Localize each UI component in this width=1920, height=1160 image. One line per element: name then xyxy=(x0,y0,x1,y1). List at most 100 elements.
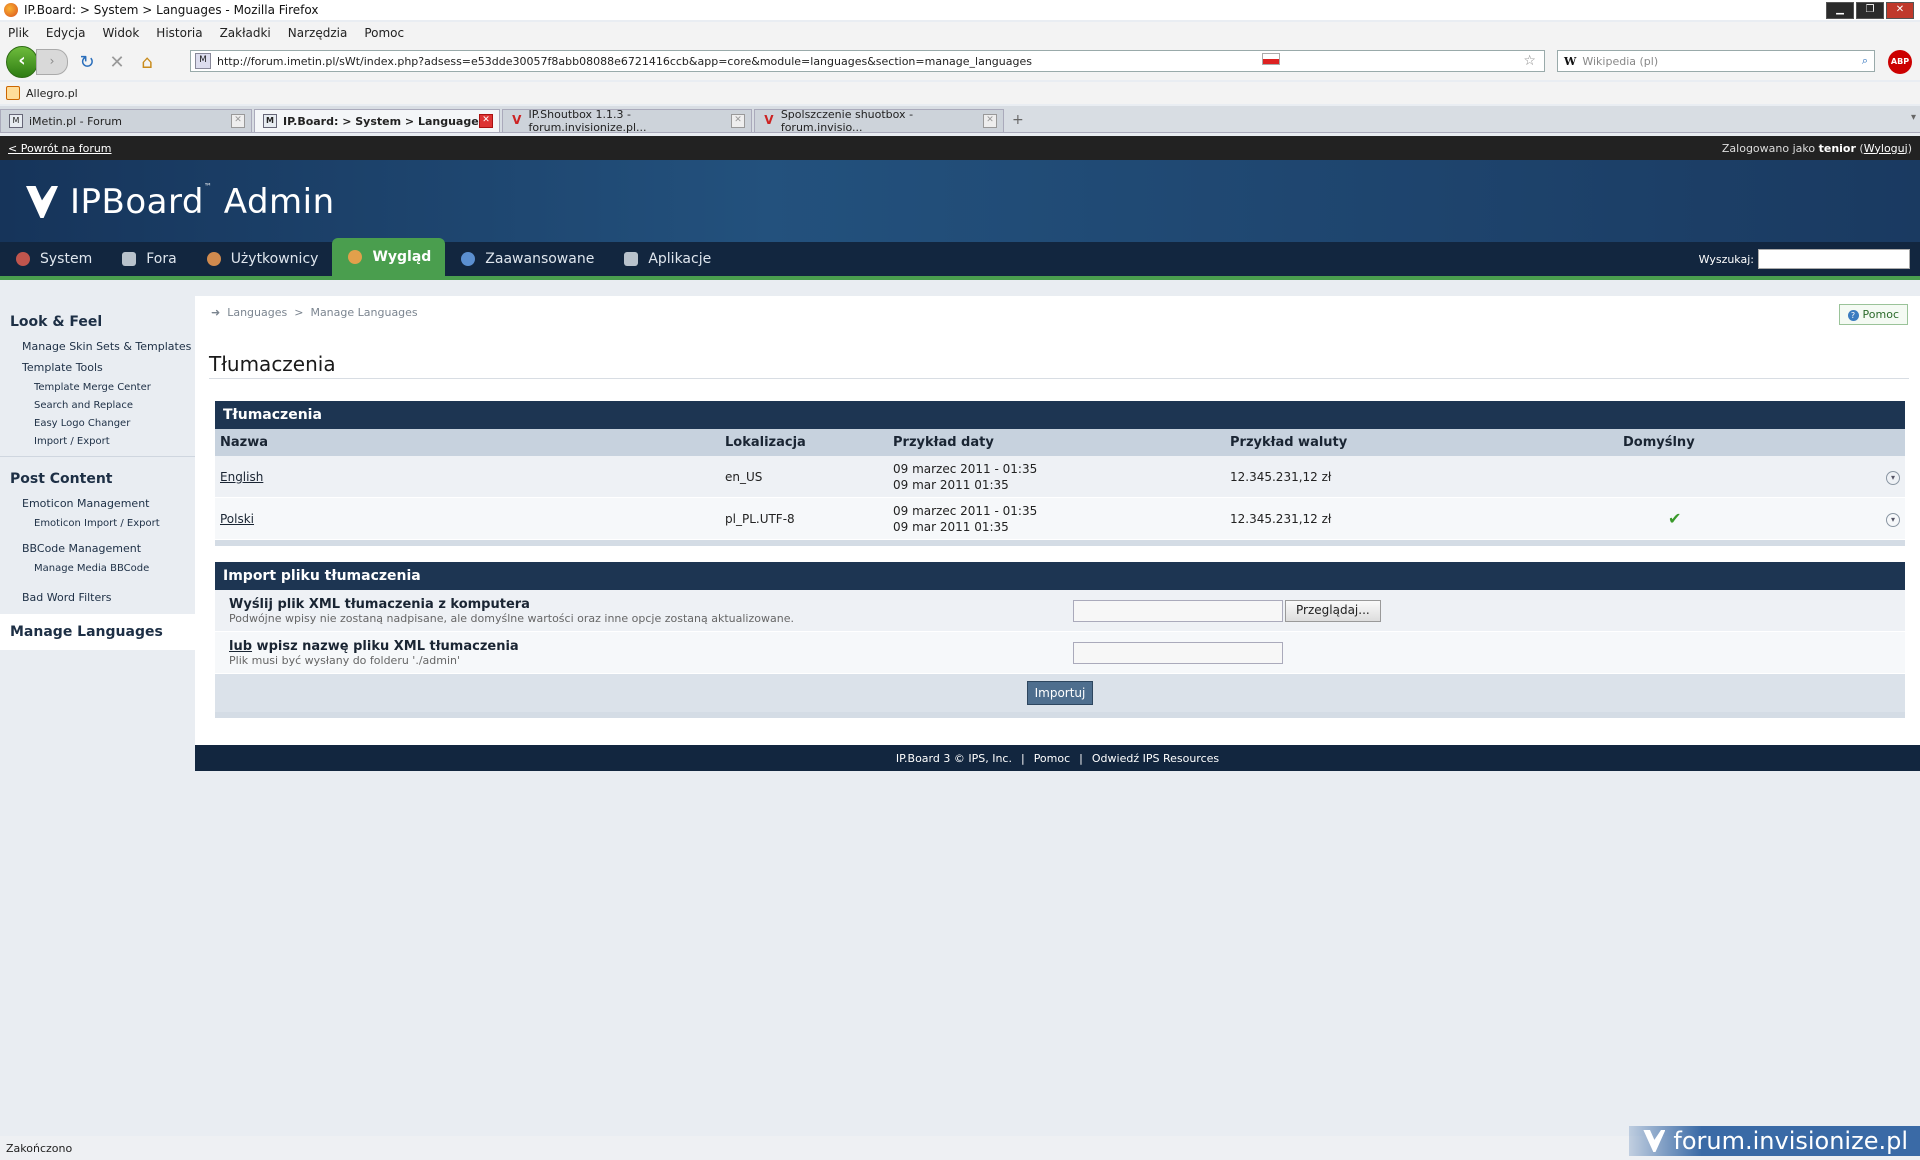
col-nazwa: Nazwa xyxy=(215,429,720,456)
ipboard-logo[interactable]: IPBoard™ Admin xyxy=(26,182,335,222)
sidebar-item-logo-changer[interactable]: Easy Logo Changer xyxy=(0,414,195,432)
close-tab-icon[interactable]: ✕ xyxy=(983,114,997,128)
footer-help-link[interactable]: Pomoc xyxy=(1034,752,1070,765)
breadcrumb-manage-languages[interactable]: Manage Languages xyxy=(310,306,417,319)
import-footer xyxy=(215,712,1905,718)
tab-label: Spolszczenie shuotbox - forum.invisio... xyxy=(780,108,914,134)
import-box: Import pliku tłumaczenia Wyślij plik XML… xyxy=(215,562,1905,718)
locale-cell: pl_PL.UTF-8 xyxy=(720,497,888,540)
back-to-forum-link[interactable]: < Powrót na forum xyxy=(8,142,112,155)
sidebar-item-bad-word-filters[interactable]: Bad Word Filters xyxy=(0,587,195,608)
ipboard-logo-icon xyxy=(26,186,58,218)
maximize-icon[interactable]: ❐ xyxy=(1856,2,1884,19)
languages-table-heading: Tłumaczenia xyxy=(215,401,1905,429)
sidebar-item-media-bbcode[interactable]: Manage Media BBCode xyxy=(0,559,195,577)
tab-ipboard-languages[interactable]: M IP.Board: > System > Languages ✕ xyxy=(254,109,500,132)
firefox-icon xyxy=(4,3,18,17)
import-heading: Import pliku tłumaczenia xyxy=(215,562,1905,590)
admin-footer: IP.Board 3 © IPS, Inc. | Pomoc | Odwiedź… xyxy=(195,745,1920,771)
tab-list-icon[interactable]: ▾ xyxy=(1911,112,1916,123)
filename-description: Plik musi być wysłany do folderu './admi… xyxy=(229,653,461,667)
menu-widok[interactable]: Widok xyxy=(102,26,139,40)
tab-strip: M iMetin.pl - Forum ✕ M IP.Board: > Syst… xyxy=(0,106,1920,134)
watermark-text: forum.invisionize.pl xyxy=(1673,1127,1908,1155)
home-icon[interactable]: ⌂ xyxy=(136,52,158,73)
advanced-icon xyxy=(461,252,476,266)
sidebar-item-template-merge[interactable]: Template Merge Center xyxy=(0,378,195,396)
watermark: forum.invisionize.pl xyxy=(1629,1126,1920,1156)
sidebar-item-emoticon-management[interactable]: Emoticon Management xyxy=(0,493,195,514)
applications-icon xyxy=(624,252,639,266)
back-arrow-icon[interactable]: ‹ xyxy=(6,46,38,78)
web-search-box[interactable]: W Wikipedia (pl) ⌕ xyxy=(1557,50,1875,72)
close-tab-icon[interactable]: ✕ xyxy=(231,114,245,128)
logout-link[interactable]: Wyloguj xyxy=(1864,142,1908,155)
import-button[interactable]: Importuj xyxy=(1026,681,1094,705)
nav-tab-zaawansowane[interactable]: Zaawansowane xyxy=(445,242,608,276)
menu-narzedzia[interactable]: Narzędzia xyxy=(288,26,348,40)
reload-icon[interactable]: ↻ xyxy=(76,52,98,73)
search-icon[interactable]: ⌕ xyxy=(1862,54,1868,68)
admin-search-input[interactable] xyxy=(1758,249,1910,269)
sidebar-item-import-export[interactable]: Import / Export xyxy=(0,432,195,450)
nav-tab-system[interactable]: System xyxy=(0,242,106,276)
sidebar-item-template-tools[interactable]: Template Tools xyxy=(0,357,195,378)
bookmark-star-icon[interactable]: ☆ xyxy=(1523,53,1536,69)
tab-label: IP.Board: > System > Languages xyxy=(283,114,486,128)
main-content: ➜ Languages > Manage Languages ? Pomoc Tł… xyxy=(195,296,1920,745)
menu-plik[interactable]: Plik xyxy=(8,26,29,40)
window-title: IP.Board: > System > Languages - Mozilla… xyxy=(24,3,319,17)
tab-spolszczenie[interactable]: V Spolszczenie shuotbox - forum.invisio.… xyxy=(754,108,1004,134)
minimize-icon[interactable]: ▁ xyxy=(1826,2,1854,19)
footer-resources-link[interactable]: Odwiedź IPS Resources xyxy=(1092,752,1219,765)
col-domyslny: Domyślny xyxy=(1618,429,1828,456)
breadcrumb-languages[interactable]: Languages xyxy=(227,306,287,319)
tab-imetin-forum[interactable]: M iMetin.pl - Forum ✕ xyxy=(0,109,252,132)
window-titlebar: IP.Board: > System > Languages - Mozilla… xyxy=(0,0,1920,20)
nav-tab-uzytkownicy[interactable]: Użytkownicy xyxy=(191,242,333,276)
language-link-english[interactable]: English xyxy=(220,470,263,484)
adblock-icon[interactable]: ABP xyxy=(1888,50,1912,74)
url-bar[interactable]: M http://forum.imetin.pl/sWt/index.php?a… xyxy=(190,50,1545,72)
forward-arrow-icon[interactable]: › xyxy=(36,49,68,75)
upload-file-input[interactable] xyxy=(1073,599,1283,622)
tab-ipshoutbox[interactable]: V IP.Shoutbox 1.1.3 - forum.invisionize.… xyxy=(502,108,752,134)
row-options-icon[interactable]: ▾ xyxy=(1886,470,1900,485)
help-button[interactable]: ? Pomoc xyxy=(1838,304,1908,325)
menu-zakladki[interactable]: Zakładki xyxy=(220,26,271,40)
new-tab-icon[interactable]: + xyxy=(1012,112,1024,128)
tab-favicon-icon: M xyxy=(263,114,277,128)
sidebar-divider xyxy=(0,456,195,457)
menu-pomoc[interactable]: Pomoc xyxy=(364,26,404,40)
languages-table-box: Tłumaczenia Nazwa Lokalizacja Przykład d… xyxy=(215,401,1905,546)
stop-icon[interactable]: ✕ xyxy=(106,52,128,73)
filename-title: lub wpisz nazwę pliku XML tłumaczenia xyxy=(229,638,519,654)
close-window-icon[interactable]: ✕ xyxy=(1886,2,1914,19)
window-controls: ▁ ❐ ✕ xyxy=(1826,2,1914,19)
default-check-icon: ✔ xyxy=(1668,509,1682,528)
languages-table: Nazwa Lokalizacja Przykład daty Przykład… xyxy=(215,429,1905,540)
bookmark-allegro[interactable]: Allegro.pl xyxy=(26,87,78,100)
menu-edycja[interactable]: Edycja xyxy=(46,26,86,40)
sidebar-item-bbcode-management[interactable]: BBCode Management xyxy=(0,538,195,559)
watermark-logo-icon xyxy=(1643,1130,1666,1152)
nav-tab-wyglad[interactable]: Wygląd xyxy=(332,238,446,276)
table-row: English en_US 09 marzec 2011 - 01:35 09 m… xyxy=(215,456,1905,498)
nav-tab-fora[interactable]: Fora xyxy=(106,242,190,276)
close-tab-icon[interactable]: ✕ xyxy=(479,114,493,128)
sidebar-item-emoticon-import-export[interactable]: Emoticon Import / Export xyxy=(0,514,195,532)
language-link-polski[interactable]: Polski xyxy=(220,512,254,526)
navigation-toolbar: ‹ › ↻ ✕ ⌂ M http://forum.imetin.pl/sWt/i… xyxy=(0,44,1920,80)
row-options-icon[interactable]: ▾ xyxy=(1886,512,1900,527)
nav-tab-aplikacje[interactable]: Aplikacje xyxy=(608,242,725,276)
sidebar-item-search-replace[interactable]: Search and Replace xyxy=(0,396,195,414)
close-tab-icon[interactable]: ✕ xyxy=(731,114,745,128)
menu-historia[interactable]: Historia xyxy=(156,26,202,40)
sidebar-item-skin-sets[interactable]: Manage Skin Sets & Templates xyxy=(0,336,195,357)
browse-button[interactable]: Przeglądaj... xyxy=(1285,599,1381,622)
sidebar-item-manage-languages[interactable]: Manage Languages xyxy=(0,614,195,650)
appearance-icon xyxy=(348,250,363,264)
admin-banner: IPBoard™ Admin xyxy=(0,160,1920,242)
locale-cell: en_US xyxy=(720,456,888,498)
filename-input[interactable] xyxy=(1073,641,1283,664)
